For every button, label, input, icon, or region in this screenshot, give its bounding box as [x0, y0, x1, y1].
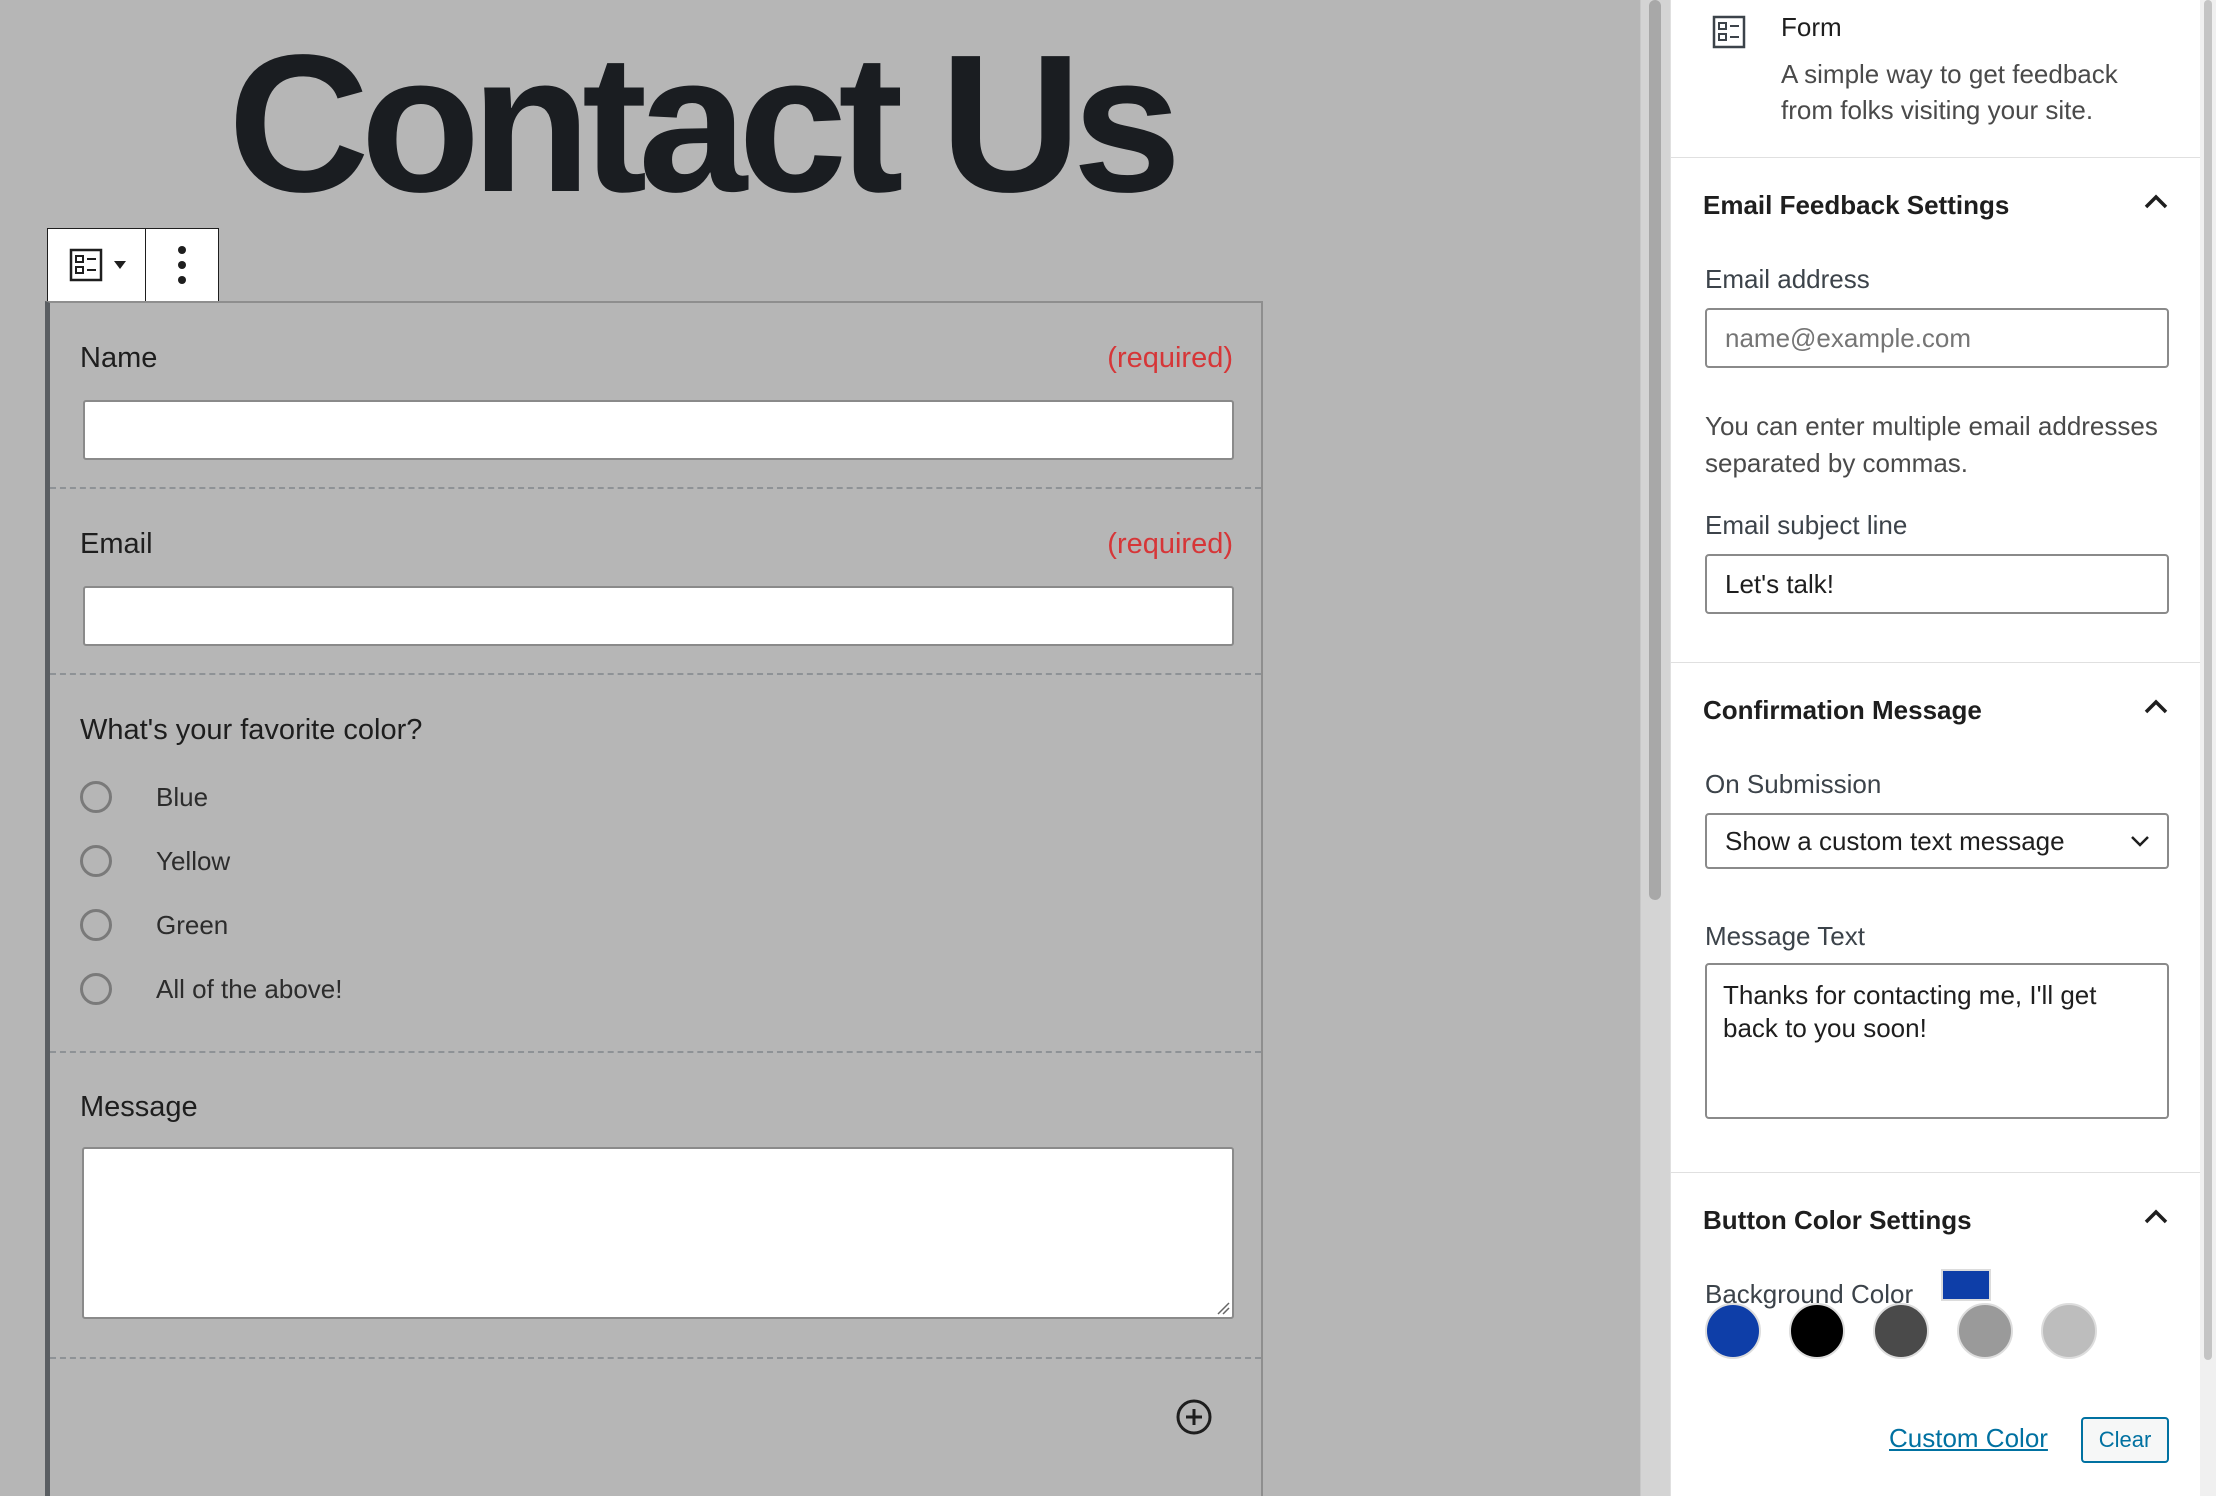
color-radio-block[interactable]: What's your favorite color? Blue Yellow … — [50, 675, 1261, 1053]
chevron-up-icon[interactable] — [2143, 697, 2169, 717]
email-address-help: You can enter multiple email addresses s… — [1705, 411, 2158, 478]
message-label[interactable]: Message — [80, 1091, 198, 1124]
radio-option[interactable]: Green — [80, 907, 228, 943]
email-address-label: Email address — [1705, 264, 1870, 294]
radio-button[interactable] — [80, 909, 112, 941]
message-textarea[interactable] — [82, 1147, 1234, 1319]
color-swatch-gray[interactable] — [1957, 1303, 2013, 1359]
form-icon — [69, 248, 102, 282]
form-icon — [1712, 15, 1746, 49]
button-color-panel-toggle[interactable]: Button Color Settings — [1703, 1205, 1972, 1236]
radio-option[interactable]: Blue — [80, 779, 208, 815]
block-toolbar — [47, 228, 219, 302]
name-field-block[interactable]: Name (required) — [50, 303, 1261, 489]
email-required-label: (required) — [1107, 528, 1233, 560]
email-subject-input[interactable]: Let's talk! — [1705, 554, 2169, 614]
message-text-label: Message Text — [1705, 921, 1865, 951]
sidebar-scrollbar[interactable] — [2200, 0, 2216, 1496]
chevron-down-icon — [2131, 836, 2149, 847]
block-options-button[interactable] — [146, 229, 218, 301]
on-submission-select[interactable]: Show a custom text message — [1705, 813, 2169, 869]
editor-canvas: Contact Us Name (required) Email (requir… — [0, 0, 1640, 1496]
radio-option[interactable]: Yellow — [80, 843, 230, 879]
on-submission-value: Show a custom text message — [1725, 825, 2065, 856]
block-card: Form A simple way to get feedback from f… — [1671, 0, 2201, 158]
confirmation-panel-toggle[interactable]: Confirmation Message — [1703, 695, 1982, 726]
confirmation-message-panel: Confirmation Message On Submission Show … — [1671, 663, 2201, 1173]
button-color-panel: Button Color Settings Background Color C… — [1671, 1173, 2201, 1496]
radio-option-label[interactable]: All of the above! — [156, 974, 342, 1005]
radio-button[interactable] — [80, 973, 112, 1005]
block-card-description: A simple way to get feedback from folks … — [1781, 59, 2118, 125]
email-feedback-panel: Email Feedback Settings Email address na… — [1671, 158, 2201, 663]
radio-button[interactable] — [80, 845, 112, 877]
radio-option-label[interactable]: Yellow — [156, 846, 230, 877]
settings-sidebar: Form A simple way to get feedback from f… — [1670, 0, 2201, 1496]
custom-color-link[interactable]: Custom Color — [1889, 1423, 2048, 1454]
name-label[interactable]: Name — [80, 342, 157, 375]
resize-handle-icon[interactable] — [1216, 1301, 1230, 1315]
chevron-up-icon[interactable] — [2143, 192, 2169, 212]
current-color-indicator — [1941, 1269, 1991, 1301]
radio-option-label[interactable]: Blue — [156, 782, 208, 813]
email-field-block[interactable]: Email (required) — [50, 489, 1261, 675]
color-swatch-blue[interactable] — [1705, 1303, 1761, 1359]
email-subject-label: Email subject line — [1705, 510, 1908, 540]
canvas-scrollbar[interactable] — [1640, 0, 1670, 1496]
canvas-scroll-thumb[interactable] — [1649, 0, 1661, 900]
sidebar-scroll-thumb[interactable] — [2204, 0, 2212, 1360]
block-card-title: Form — [1781, 12, 1842, 42]
chevron-down-icon — [113, 261, 126, 269]
clear-color-button[interactable]: Clear — [2081, 1417, 2169, 1463]
name-required-label: (required) — [1107, 342, 1233, 374]
name-input[interactable] — [83, 400, 1234, 460]
more-vertical-icon — [178, 246, 186, 284]
message-text-textarea[interactable]: Thanks for contacting me, I'll get back … — [1705, 963, 2169, 1119]
email-input[interactable] — [83, 586, 1234, 646]
color-palette — [1705, 1303, 2097, 1359]
color-swatch-light-gray[interactable] — [2041, 1303, 2097, 1359]
email-feedback-panel-toggle[interactable]: Email Feedback Settings — [1703, 190, 2009, 221]
page-title[interactable]: Contact Us — [228, 26, 1182, 222]
add-block-icon[interactable] — [1175, 1398, 1213, 1436]
block-switcher-button[interactable] — [48, 229, 146, 301]
color-swatch-dark-gray[interactable] — [1873, 1303, 1929, 1359]
email-address-input[interactable]: name@example.com — [1705, 308, 2169, 368]
radio-button[interactable] — [80, 781, 112, 813]
contact-form-block[interactable]: Name (required) Email (required) What's … — [45, 301, 1263, 1496]
on-submission-label: On Submission — [1705, 769, 1882, 799]
radio-option-label[interactable]: Green — [156, 910, 228, 941]
radio-option[interactable]: All of the above! — [80, 971, 342, 1007]
color-question-label[interactable]: What's your favorite color? — [80, 714, 422, 747]
email-label[interactable]: Email — [80, 528, 153, 561]
color-swatch-black[interactable] — [1789, 1303, 1845, 1359]
chevron-up-icon[interactable] — [2143, 1207, 2169, 1227]
message-field-block[interactable]: Message — [50, 1053, 1261, 1359]
